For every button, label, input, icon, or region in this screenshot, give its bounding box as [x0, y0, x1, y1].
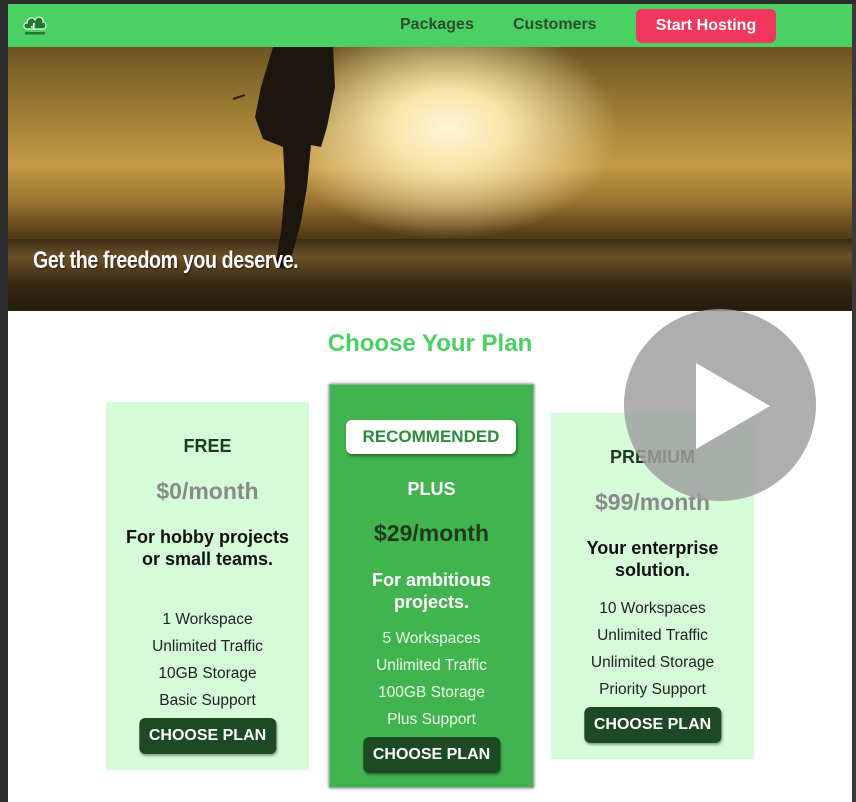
video-play-button[interactable] [624, 309, 816, 501]
hero-tagline: Get the freedom you deserve. [33, 247, 299, 274]
nav-packages-link[interactable]: Packages [400, 16, 474, 34]
plan-price: $29/month [373, 520, 490, 546]
feature-item: Plus Support [387, 711, 476, 728]
play-icon [696, 363, 770, 449]
plan-description: For ambitious projects. [371, 570, 491, 612]
plan-name: PLUS [407, 479, 456, 499]
choose-plan-button[interactable]: CHOOSE PLAN [362, 737, 501, 773]
feature-list: 5 Workspaces Unlimited Traffic 100GB Sto… [330, 625, 533, 733]
feature-item: Basic Support [159, 692, 256, 709]
feature-item: Unlimited Traffic [376, 657, 487, 674]
plan-card-free: FREE $0/month For hobby projects or smal… [106, 402, 309, 770]
feature-item: 5 Workspaces [382, 630, 481, 647]
plan-description: For hobby projects or small teams. [125, 527, 289, 569]
hero-banner: Get the freedom you deserve. [8, 47, 852, 311]
feature-item: Priority Support [599, 681, 706, 698]
silhouette-image [232, 47, 335, 269]
feature-list: 10 Workspaces Unlimited Traffic Unlimite… [551, 595, 754, 703]
feature-list: 1 Workspace Unlimited Traffic 10GB Stora… [106, 606, 309, 714]
feature-item: Unlimited Traffic [597, 627, 708, 644]
feature-item: Unlimited Storage [590, 654, 715, 671]
cloud-hosting-logo-icon[interactable] [22, 12, 48, 38]
window-scrollbar[interactable] [852, 4, 856, 802]
start-hosting-button[interactable]: Start Hosting [636, 9, 776, 43]
feature-item: Unlimited Traffic [152, 638, 263, 655]
plan-card-plus: RECOMMENDED PLUS $29/month For ambitious… [329, 384, 534, 788]
main-header: Packages Customers Start Hosting [8, 4, 852, 47]
plan-description: Your enterprise solution. [586, 538, 719, 580]
recommended-badge: RECOMMENDED [346, 420, 516, 454]
choose-plan-button[interactable]: CHOOSE PLAN [138, 718, 277, 754]
feature-item: 1 Workspace [162, 611, 253, 628]
feature-item: 100GB Storage [378, 684, 485, 701]
plan-price: $0/month [156, 478, 259, 504]
feature-item: 10 Workspaces [599, 600, 706, 617]
nav-customers-link[interactable]: Customers [513, 16, 597, 34]
choose-plan-button[interactable]: CHOOSE PLAN [583, 707, 722, 743]
plan-name: FREE [183, 436, 232, 456]
feature-item: 10GB Storage [158, 665, 257, 682]
